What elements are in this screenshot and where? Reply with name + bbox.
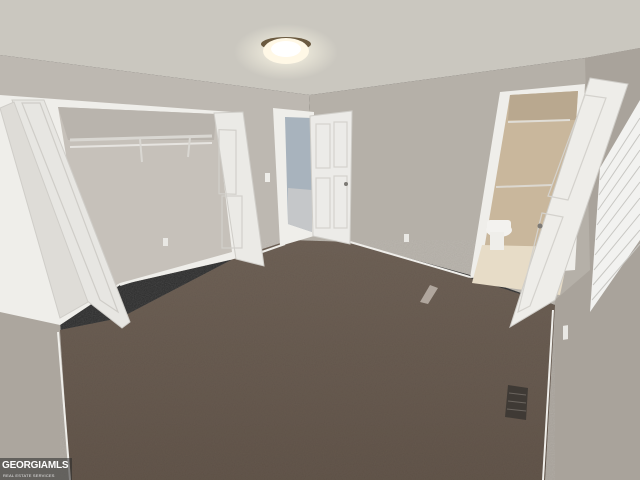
- light-switch[interactable]: [265, 173, 270, 182]
- mls-watermark: GEORGIAMLS REAL ESTATE SERVICES: [0, 458, 72, 480]
- watermark-brand: GEORGIAMLS: [2, 460, 69, 471]
- bedroom-photo: GEORGIAMLS REAL ESTATE SERVICES: [0, 0, 640, 480]
- watermark-tagline: REAL ESTATE SERVICES: [3, 473, 55, 478]
- wall-outlet-near: [563, 325, 568, 340]
- wall-outlet-right: [404, 234, 409, 242]
- bedroom-illustration: [0, 0, 640, 480]
- floor-vent: [505, 385, 528, 420]
- door-knob[interactable]: [344, 182, 348, 186]
- bathroom-door-knob[interactable]: [537, 223, 543, 229]
- wall-outlet: [163, 238, 168, 246]
